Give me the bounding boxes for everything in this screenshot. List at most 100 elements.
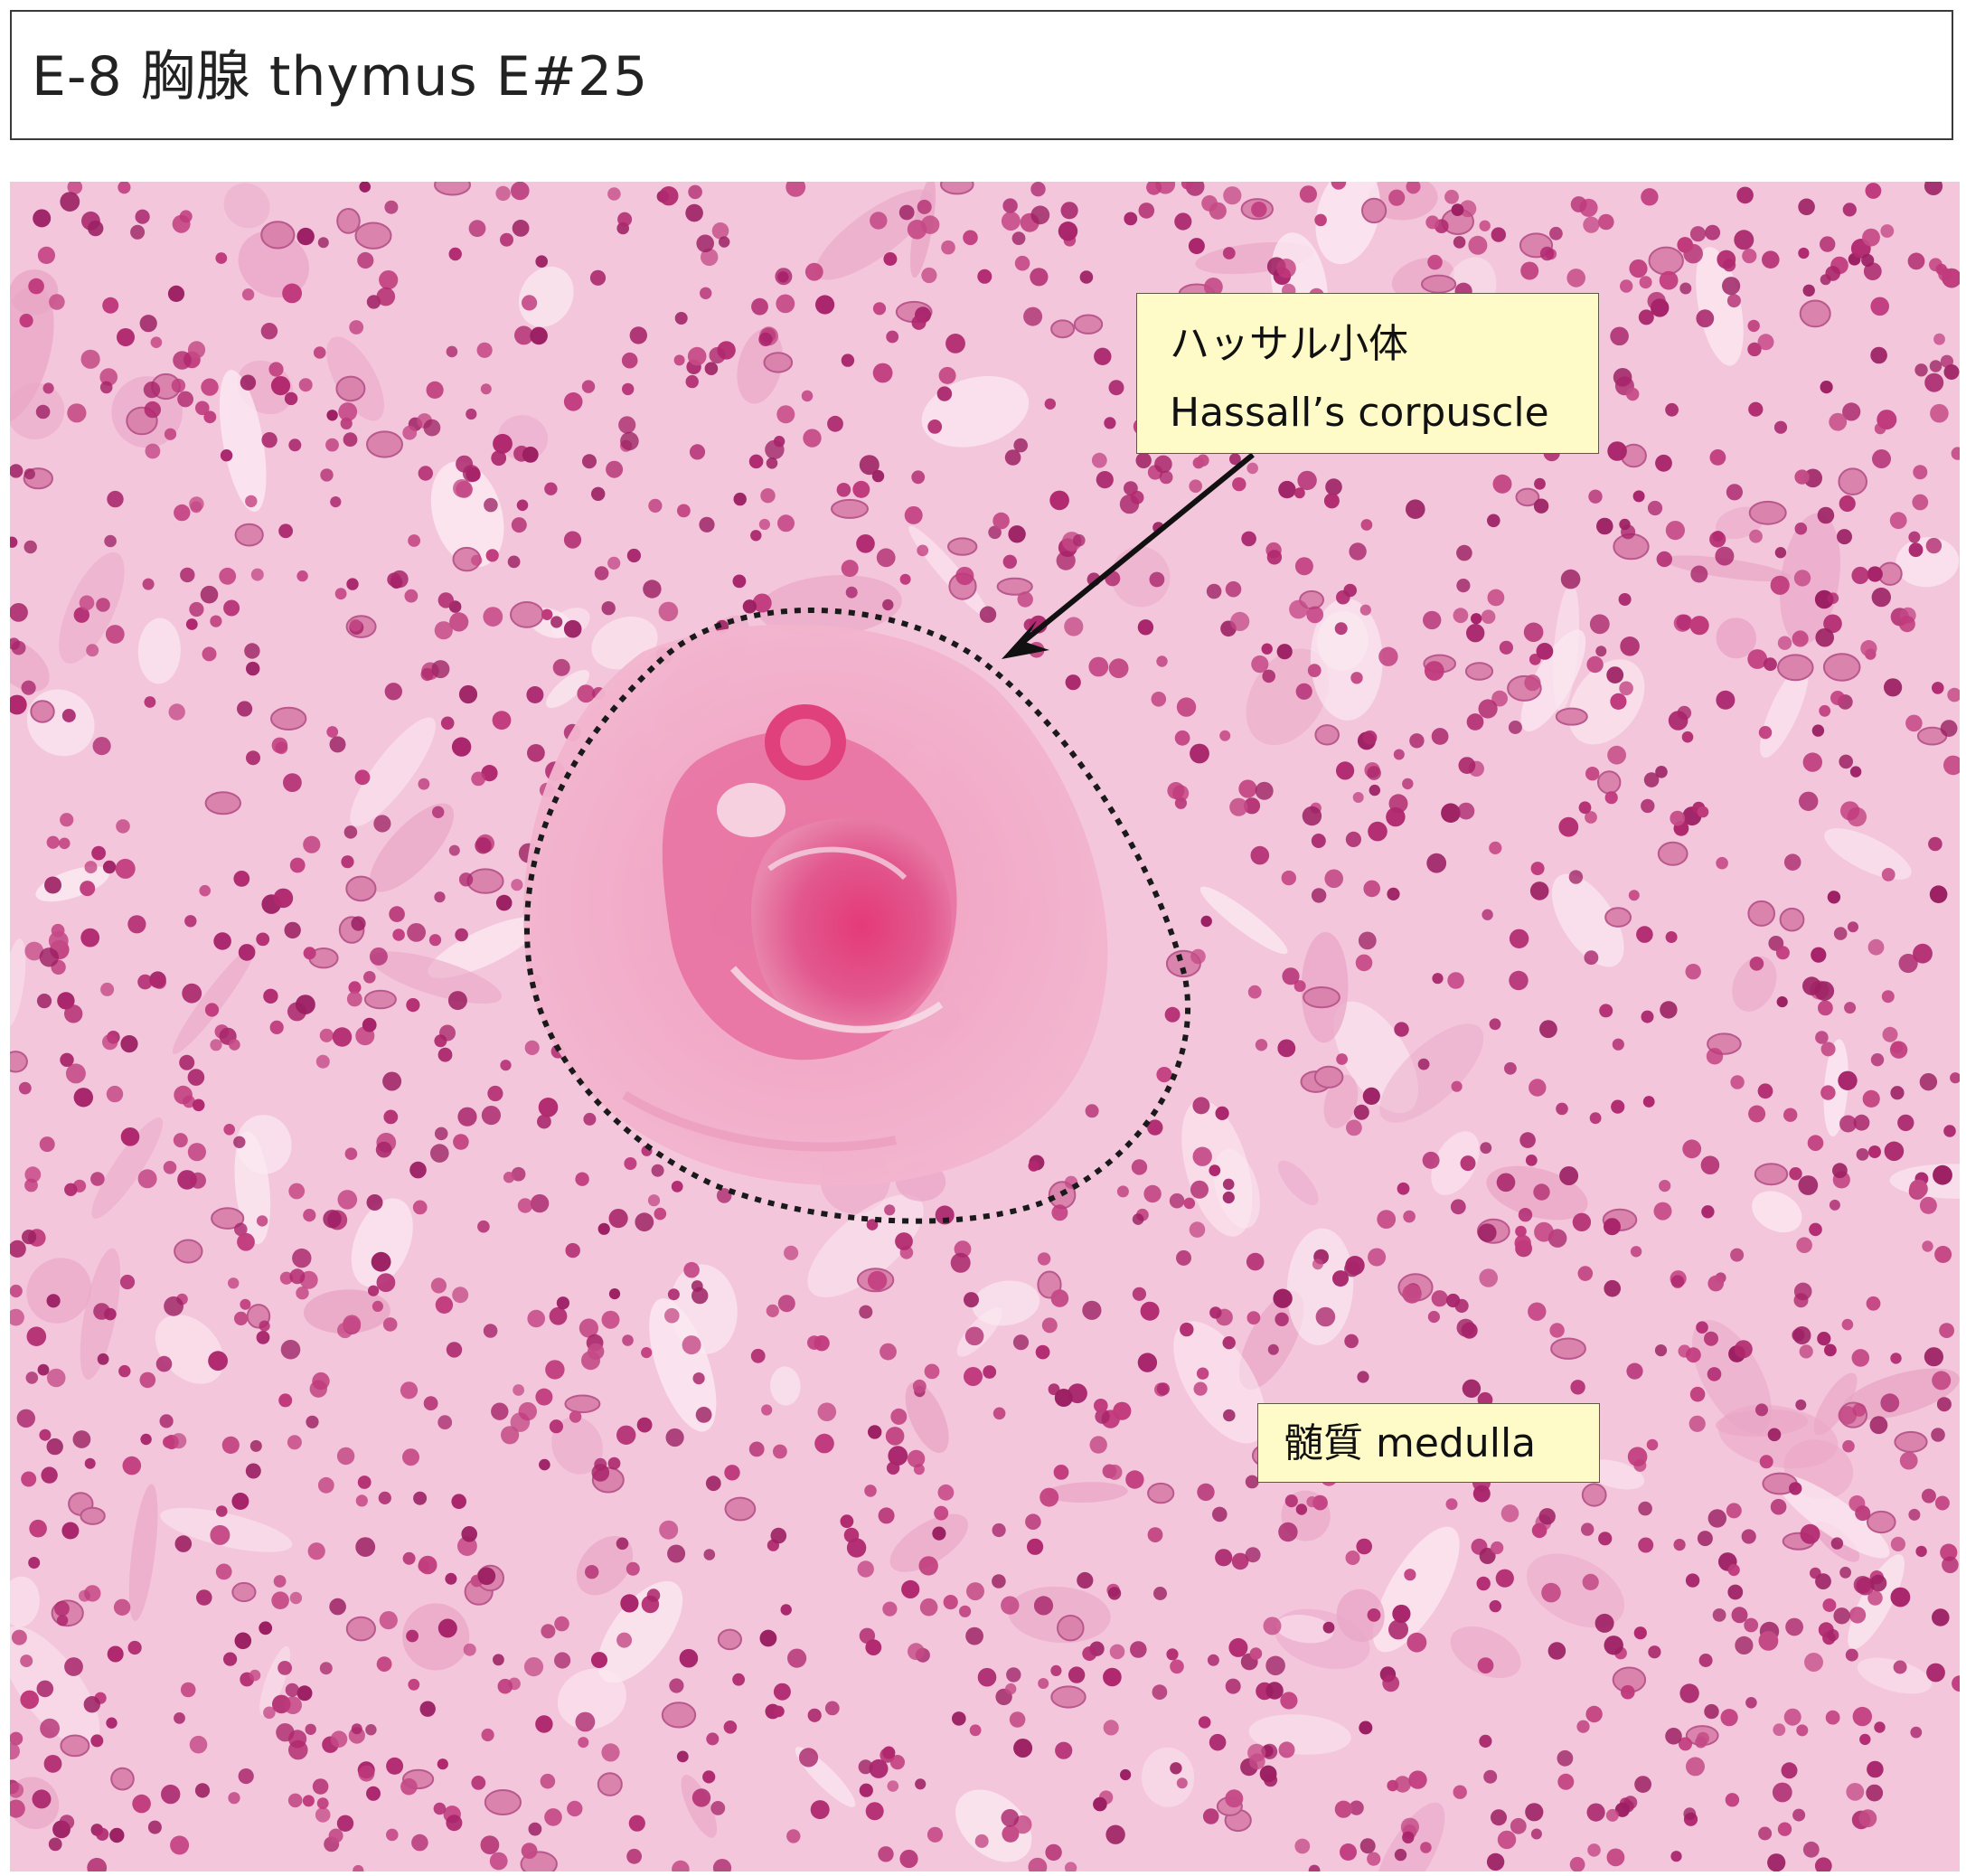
lymphocyte-nucleus (1936, 1397, 1952, 1412)
lymphocyte-nucleus (1735, 1636, 1754, 1654)
lymphocyte-nucleus (36, 994, 52, 1009)
lymphocyte-nucleus (528, 1822, 542, 1836)
lymphocyte-nucleus (1707, 1367, 1722, 1381)
lymphocyte-nucleus (915, 1778, 927, 1790)
lymphocyte-nucleus (1278, 1522, 1298, 1542)
lymphocyte-nucleus (1477, 1657, 1494, 1673)
lymphocyte-nucleus (1387, 887, 1400, 901)
lymphocyte-nucleus (1151, 692, 1167, 707)
epithelial-nucleus (366, 430, 403, 458)
lymphocyte-nucleus (1359, 1838, 1376, 1854)
lymphocyte-nucleus (1324, 869, 1343, 889)
lymphocyte-nucleus (1451, 203, 1464, 216)
lymphocyte-nucleus (1108, 380, 1124, 396)
lymphocyte-nucleus (1402, 1831, 1415, 1844)
lymphocyte-nucleus (512, 220, 530, 237)
lymphocyte-nucleus (292, 1248, 312, 1268)
lymphocyte-nucleus (228, 1277, 240, 1289)
lymphocyte-nucleus (1176, 1777, 1188, 1789)
lymphocyte-nucleus (651, 1164, 664, 1177)
lymphocyte-nucleus (382, 1317, 398, 1332)
lymphocyte-nucleus (1899, 1451, 1918, 1470)
lymphocyte-nucleus (284, 921, 301, 939)
lymphocyte-nucleus (1820, 1042, 1836, 1057)
lymphocyte-nucleus (223, 599, 240, 617)
lymphocyte-nucleus (379, 270, 399, 290)
lymphocyte-nucleus (539, 1458, 550, 1471)
lymphocyte-nucleus (1898, 616, 1915, 633)
lymphocyte-nucleus (1250, 845, 1270, 865)
lymphocyte-nucleus (495, 185, 511, 202)
lymphocyte-nucleus (1659, 1180, 1671, 1193)
lymphocyte-nucleus (1919, 1196, 1937, 1214)
lymphocyte-nucleus (491, 1402, 509, 1420)
lymphocyte-nucleus (1108, 658, 1129, 679)
lymphocyte-nucleus (282, 283, 302, 304)
lymphocyte-nucleus (1273, 1288, 1293, 1308)
lymphocyte-nucleus (365, 1724, 377, 1736)
lymphocyte-nucleus (167, 285, 185, 302)
lymphocyte-nucleus (1357, 1371, 1369, 1383)
lymphocyte-nucleus (618, 416, 636, 434)
lymphocyte-nucleus (1491, 1541, 1504, 1555)
lymphocyte-nucleus (40, 1718, 60, 1739)
lymphocyte-nucleus (86, 644, 99, 657)
lymphocyte-nucleus (938, 366, 956, 384)
lymphocyte-nucleus (1028, 1160, 1039, 1172)
lymphocyte-nucleus (298, 378, 313, 392)
lymphocyte-nucleus (46, 1294, 61, 1308)
lymphocyte-nucleus (1839, 1566, 1851, 1579)
lymphocyte-nucleus (21, 680, 36, 695)
lymphocyte-nucleus (1648, 1645, 1661, 1659)
lymphocyte-nucleus (42, 382, 54, 394)
lymphocyte-nucleus (99, 381, 113, 394)
lymphocyte-nucleus (911, 315, 927, 330)
lymphocyte-nucleus (983, 1365, 997, 1379)
lymphocyte-nucleus (1745, 1697, 1757, 1709)
lymphocyte-nucleus (284, 391, 298, 406)
lymphocyte-nucleus (1656, 551, 1673, 568)
lymphocyte-nucleus (372, 1300, 383, 1312)
lymphocyte-nucleus (682, 1335, 701, 1355)
lymphocyte-nucleus (601, 601, 616, 616)
lymphocyte-nucleus (418, 1555, 437, 1575)
epithelial-nucleus (1314, 724, 1340, 746)
lymphocyte-nucleus (1050, 1664, 1062, 1676)
lymphocyte-nucleus (1830, 691, 1845, 705)
lymphocyte-nucleus (182, 983, 202, 1004)
lymphocyte-nucleus (1799, 791, 1819, 811)
lymphocyte-nucleus (1231, 1552, 1249, 1570)
lymphocyte-nucleus (1132, 1287, 1146, 1301)
lymphocyte-nucleus (245, 495, 258, 508)
lymphocyte-nucleus (1882, 1026, 1898, 1042)
lymphocyte-nucleus (1720, 1709, 1738, 1727)
lymphocyte-nucleus (1206, 583, 1222, 599)
lymphocyte-nucleus (1633, 1626, 1647, 1640)
lymphocyte-nucleus (1166, 1648, 1179, 1661)
lymphocyte-nucleus (1222, 1336, 1236, 1350)
lymphocyte-nucleus (924, 1363, 940, 1380)
lymphocyte-nucleus (1489, 1599, 1502, 1613)
lymphocyte-nucleus (1869, 1416, 1888, 1435)
epithelial-nucleus (661, 1702, 697, 1729)
lymphocyte-nucleus (10, 1284, 23, 1298)
epithelial-nucleus (234, 523, 264, 547)
lymphocyte-nucleus (1514, 1234, 1531, 1252)
epithelial-nucleus (434, 182, 471, 196)
lymphocyte-nucleus (1665, 1728, 1682, 1745)
lymphocyte-nucleus (376, 287, 396, 306)
lymphocyte-nucleus (567, 1800, 583, 1817)
lymphocyte-nucleus (79, 595, 95, 611)
lymphocyte-nucleus (1152, 1684, 1168, 1700)
lymphocyte-nucleus (501, 1426, 520, 1445)
lymphocyte-nucleus (369, 947, 388, 966)
lymphocyte-nucleus (1483, 1769, 1498, 1784)
lymphocyte-nucleus (1409, 733, 1425, 749)
lymphocyte-nucleus (277, 1661, 292, 1675)
lymphocyte-nucleus (287, 1435, 302, 1450)
lymphocyte-nucleus (97, 1353, 109, 1365)
lymphocyte-nucleus (964, 1326, 984, 1346)
lymphocyte-nucleus (1655, 454, 1672, 472)
lymphocyte-nucleus (1457, 802, 1475, 820)
lymphocyte-nucleus (1190, 743, 1209, 764)
